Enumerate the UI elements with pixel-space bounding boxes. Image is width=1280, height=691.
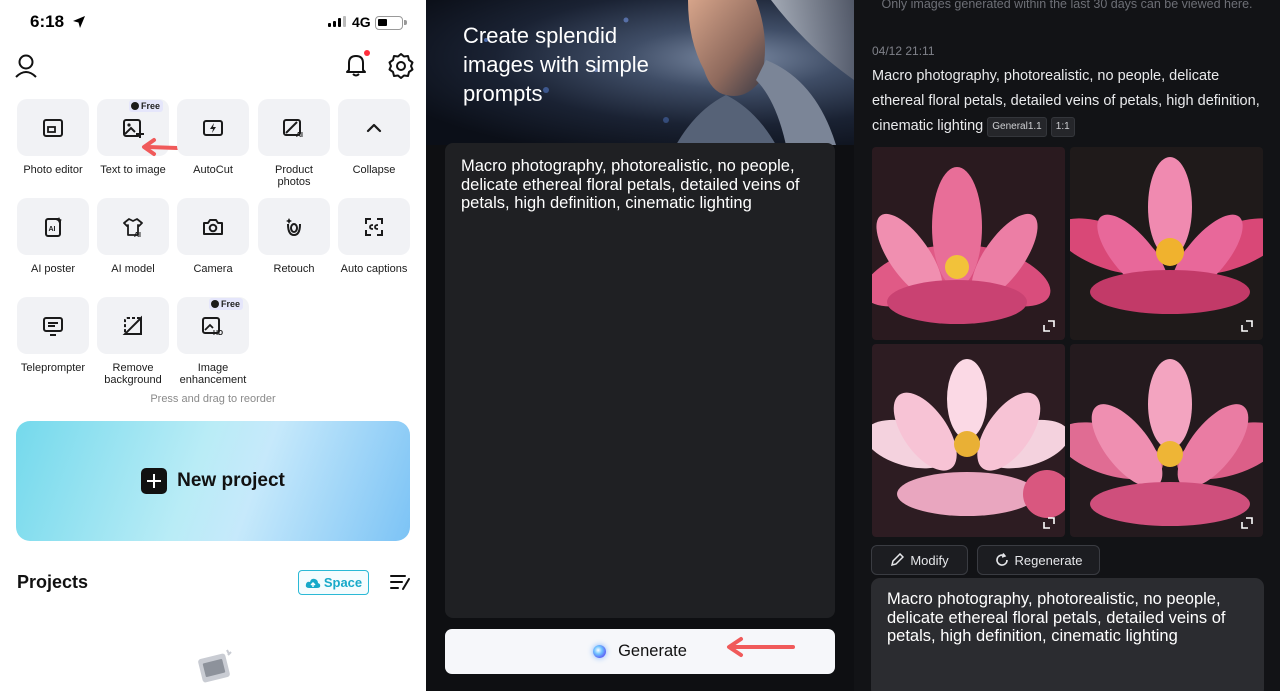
tool-ai-model[interactable]: AI AI model <box>97 198 169 275</box>
regenerate-button[interactable]: Regenerate <box>977 545 1100 575</box>
tool-ai-poster[interactable]: AI AI poster <box>17 198 89 275</box>
refresh-icon <box>995 553 1008 566</box>
chevron-up-icon <box>366 123 382 132</box>
network-type: 4G <box>352 14 371 30</box>
photo-editor-icon <box>43 118 63 137</box>
tool-remove-background[interactable]: Remove background <box>97 297 169 386</box>
ai-model-icon: AI <box>123 217 143 238</box>
model-tag: General1.1 <box>987 117 1047 137</box>
status-bar: 6:18 4G <box>0 10 426 36</box>
expand-icon[interactable] <box>1241 320 1253 332</box>
tool-label: Camera <box>193 263 233 275</box>
ratio-tag: 1:1 <box>1050 117 1075 137</box>
ai-poster-icon: AI <box>45 216 62 237</box>
sort-list-icon[interactable] <box>389 573 411 591</box>
product-photos-icon: AI <box>283 118 303 139</box>
image-enhancement-icon: HD <box>202 316 223 337</box>
results-panel: Only images generated within the last 30… <box>854 0 1280 691</box>
auto-captions-icon <box>365 217 383 236</box>
pencil-icon <box>891 553 905 567</box>
cloud-upload-icon <box>305 578 321 588</box>
free-badge: Free <box>128 100 163 112</box>
prompt-input[interactable]: Macro photography, photorealistic, no pe… <box>871 578 1264 691</box>
tool-auto-captions[interactable]: Auto captions <box>338 198 410 275</box>
remove-background-icon <box>122 315 142 335</box>
flower-image <box>872 344 1065 537</box>
new-project-button[interactable]: New project <box>16 421 410 541</box>
ai-orb-icon <box>593 645 607 658</box>
generated-image-4[interactable] <box>1070 344 1263 537</box>
free-badge: Free <box>208 298 243 310</box>
tool-retouch[interactable]: Retouch <box>258 198 330 275</box>
status-time: 6:18 <box>30 12 65 31</box>
location-arrow-icon <box>73 16 85 28</box>
expand-icon[interactable] <box>1043 517 1055 529</box>
tool-collapse[interactable]: Collapse <box>338 99 410 176</box>
tool-label: Product photos <box>275 164 313 188</box>
flower-image <box>1070 147 1263 340</box>
tool-product-photos[interactable]: AI Product photos <box>258 99 330 188</box>
space-button[interactable]: Space <box>298 570 369 595</box>
generated-image-1[interactable] <box>872 147 1065 340</box>
reorder-hint: Press and drag to reorder <box>150 393 276 405</box>
retouch-icon <box>286 217 301 236</box>
tool-camera[interactable]: Camera <box>177 198 249 275</box>
expand-icon[interactable] <box>1241 517 1253 529</box>
svg-text:AI: AI <box>49 226 56 233</box>
annotation-arrow-icon <box>727 637 795 657</box>
tool-label: Remove background <box>104 362 162 386</box>
prompt-text: Macro photography, photorealistic, no pe… <box>461 157 800 212</box>
home-panel: 6:18 4G Photo editor Free Text to image <box>0 0 426 691</box>
tool-label: Collapse <box>352 164 396 176</box>
battery-icon <box>375 16 407 30</box>
modify-button[interactable]: Modify <box>871 545 968 575</box>
tool-label: Photo editor <box>23 164 83 176</box>
tool-label: AutoCut <box>193 164 233 176</box>
tool-label: AI poster <box>30 263 76 275</box>
retention-note: Only images generated within the last 30… <box>881 0 1253 11</box>
tool-autocut[interactable]: AutoCut <box>177 99 249 176</box>
generation-timestamp: 04/12 21:11 <box>872 44 935 58</box>
regenerate-label: Regenerate <box>1014 552 1083 568</box>
generate-label: Generate <box>618 642 687 660</box>
empty-projects-film-icon <box>198 649 232 683</box>
annotation-arrow-icon <box>142 138 179 156</box>
tool-label: Teleprompter <box>20 362 86 374</box>
flower-image <box>872 147 1065 340</box>
generated-image-3[interactable] <box>872 344 1065 537</box>
new-project-label: New project <box>177 470 285 491</box>
tool-label: Auto captions <box>340 263 408 275</box>
settings-gear-icon[interactable] <box>387 52 415 80</box>
text-to-image-icon <box>123 118 144 138</box>
autocut-icon <box>203 119 223 136</box>
profile-icon[interactable] <box>12 52 40 80</box>
tool-label: Image enhancement <box>179 362 247 386</box>
notification-button[interactable] <box>342 50 370 78</box>
tool-image-enhancement[interactable]: Free HD Image enhancement <box>177 297 249 386</box>
hero-title: Create splendid images with simple promp… <box>463 23 649 106</box>
generated-image-2[interactable] <box>1070 147 1263 340</box>
tool-photo-editor[interactable]: Photo editor <box>17 99 89 176</box>
flower-image <box>1070 344 1263 537</box>
svg-text:AI: AI <box>296 132 303 139</box>
expand-icon[interactable] <box>1043 320 1055 332</box>
generated-prompt: Macro photography, photorealistic, no pe… <box>872 64 1262 139</box>
svg-text:AI: AI <box>134 232 141 238</box>
tool-label: Text to image <box>100 164 166 176</box>
prompt-input[interactable]: Macro photography, photorealistic, no pe… <box>445 143 835 618</box>
tool-teleprompter[interactable]: Teleprompter <box>17 297 89 374</box>
notification-dot <box>364 50 370 56</box>
prompt-text: Macro photography, photorealistic, no pe… <box>887 590 1226 645</box>
text-to-image-panel: Create splendid images with simple promp… <box>426 0 854 691</box>
camera-icon <box>203 218 223 235</box>
teleprompter-icon <box>43 316 63 336</box>
space-label: Space <box>323 575 363 590</box>
tool-label: Retouch <box>273 263 315 275</box>
tool-label: AI model <box>111 263 155 275</box>
cellular-signal-icon <box>328 16 346 27</box>
plus-icon <box>141 468 168 494</box>
projects-heading: Projects <box>17 572 89 592</box>
svg-text:HD: HD <box>213 330 223 337</box>
modify-label: Modify <box>910 552 949 568</box>
